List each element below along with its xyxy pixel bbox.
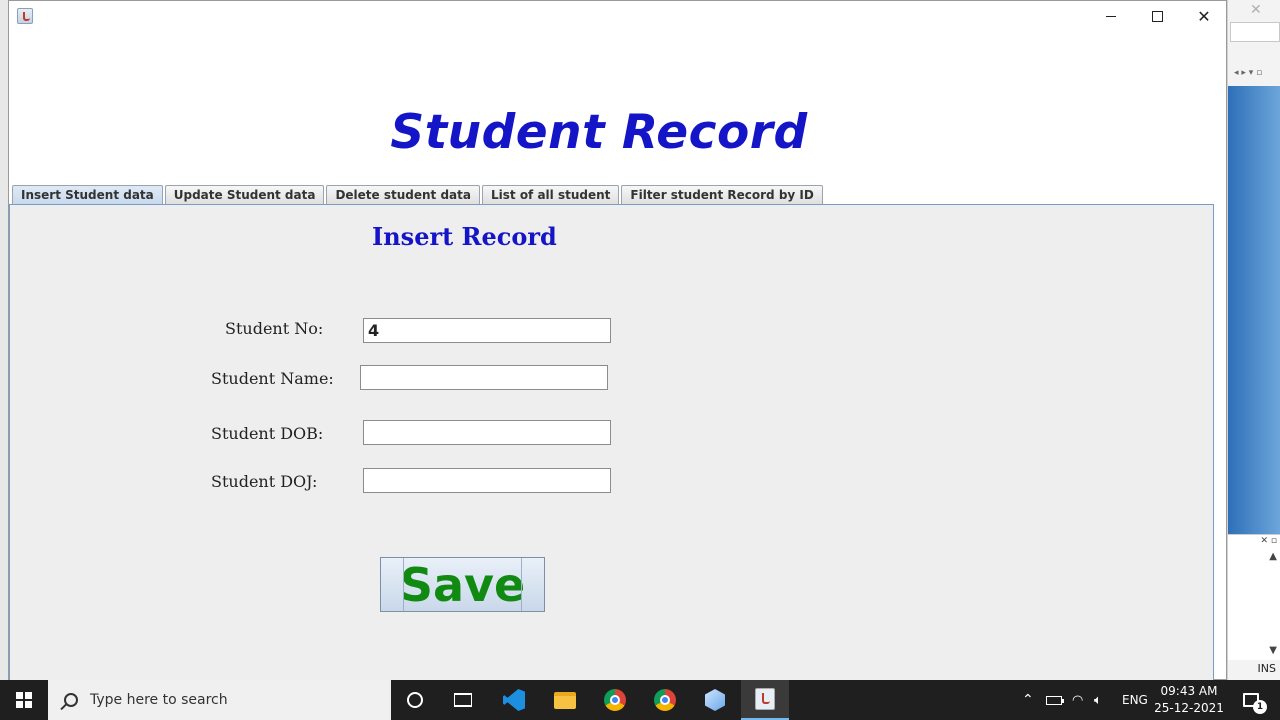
vscode-icon [503, 689, 525, 711]
student-name-input[interactable] [360, 365, 608, 390]
background-ide-window: ✕ ◂ ▸ ▾ ▫ ✕ ▫ ▲ ▼ INS [1227, 0, 1280, 680]
close-icon: ✕ [1197, 6, 1211, 26]
close-icon[interactable]: ✕ ▫ [1260, 536, 1277, 546]
chrome-profile-button[interactable] [641, 680, 689, 720]
close-button[interactable]: ✕ [1181, 1, 1227, 31]
student-doj-input[interactable] [363, 468, 611, 493]
scroll-down-icon[interactable]: ▼ [1269, 645, 1277, 656]
clock-time: 09:43 AM [1160, 684, 1218, 698]
vscode-button[interactable] [490, 680, 538, 720]
page-title: Student Record [390, 105, 808, 160]
file-explorer-icon [554, 691, 576, 709]
clock-date: 25-12-2021 [1154, 701, 1224, 715]
java-app-taskbar-button[interactable] [741, 680, 789, 720]
chrome-profile-icon [654, 689, 676, 711]
notification-count-badge: 1 [1253, 700, 1267, 714]
taskbar-clock[interactable]: 09:43 AM 25-12-2021 [1150, 683, 1228, 717]
tab-filter-student-record-by-id[interactable]: Filter student Record by ID [621, 185, 823, 205]
background-ide-nav-icons: ◂ ▸ ▾ ▫ [1234, 68, 1263, 78]
input-language[interactable]: ENG [1122, 680, 1148, 720]
student-no-label: Student No: [225, 319, 324, 338]
student-name-label: Student Name: [211, 369, 334, 388]
chrome-icon [604, 689, 626, 711]
windows-logo-icon [16, 692, 32, 708]
save-button[interactable]: Save [380, 557, 545, 612]
background-ide-output-panel: ✕ ▫ ▲ ▼ [1228, 534, 1280, 660]
maximize-icon [1151, 10, 1163, 22]
minimize-icon [1106, 15, 1116, 17]
volume-control[interactable]: 🔈︎ [1094, 680, 1102, 720]
student-dob-input[interactable] [363, 420, 611, 445]
java-app-icon [755, 688, 775, 710]
tab-update-student-data[interactable]: Update Student data [164, 185, 325, 205]
tab-list-of-all-student[interactable]: List of all student [482, 185, 620, 205]
maximize-button[interactable] [1134, 1, 1180, 31]
student-no-input[interactable]: 4 [363, 318, 611, 343]
student-doj-label: Student DOJ: [211, 472, 318, 491]
task-view-button[interactable] [439, 680, 487, 720]
background-ide-field [1230, 22, 1280, 42]
insert-mode-indicator: INS [1257, 662, 1276, 675]
action-center-button[interactable]: 1 [1236, 680, 1267, 720]
network-status[interactable]: ◠ [1072, 680, 1083, 720]
taskbar-search-box[interactable]: Type here to search [48, 680, 391, 720]
insert-record-panel: Insert Record Student No: 4 Student Name… [9, 204, 1214, 681]
task-view-icon [454, 693, 472, 707]
show-hidden-icons-button[interactable]: ⌃ [1022, 680, 1034, 720]
cortana-button[interactable] [391, 680, 439, 720]
battery-icon [1046, 695, 1064, 705]
search-placeholder: Type here to search [90, 692, 228, 708]
notification-icon: 1 [1243, 693, 1267, 714]
section-title: Insert Record [372, 222, 557, 251]
speaker-icon: 🔈︎ [1094, 692, 1102, 708]
chrome-button[interactable] [591, 680, 639, 720]
taskbar: Type here to search ⌃ ◠ 🔈︎ ENG 09:43 AM … [0, 680, 1280, 720]
title-bar: ✕ [9, 1, 1226, 31]
tab-insert-student-data[interactable]: Insert Student data [12, 185, 163, 205]
3d-viewer-icon [705, 689, 725, 711]
background-ide-left-edge [0, 0, 8, 680]
chevron-up-icon: ⌃ [1022, 692, 1034, 708]
tab-bar: Insert Student data Update Student data … [12, 185, 825, 205]
java-app-icon[interactable] [17, 8, 33, 24]
file-explorer-button[interactable] [541, 680, 589, 720]
cortana-icon [407, 692, 423, 708]
tab-delete-student-data[interactable]: Delete student data [326, 185, 480, 205]
student-dob-label: Student DOB: [211, 424, 324, 443]
start-button[interactable] [0, 680, 48, 720]
search-icon [64, 693, 78, 707]
battery-status[interactable] [1046, 680, 1064, 720]
student-record-window: ✕ Student Record Insert Student data Upd… [8, 0, 1227, 681]
3d-viewer-button[interactable] [691, 680, 739, 720]
minimize-button[interactable] [1088, 1, 1134, 31]
wifi-icon: ◠ [1072, 692, 1084, 708]
scroll-up-icon[interactable]: ▲ [1269, 551, 1277, 562]
background-ide-panel [1228, 86, 1280, 534]
close-icon[interactable]: ✕ [1250, 2, 1262, 18]
